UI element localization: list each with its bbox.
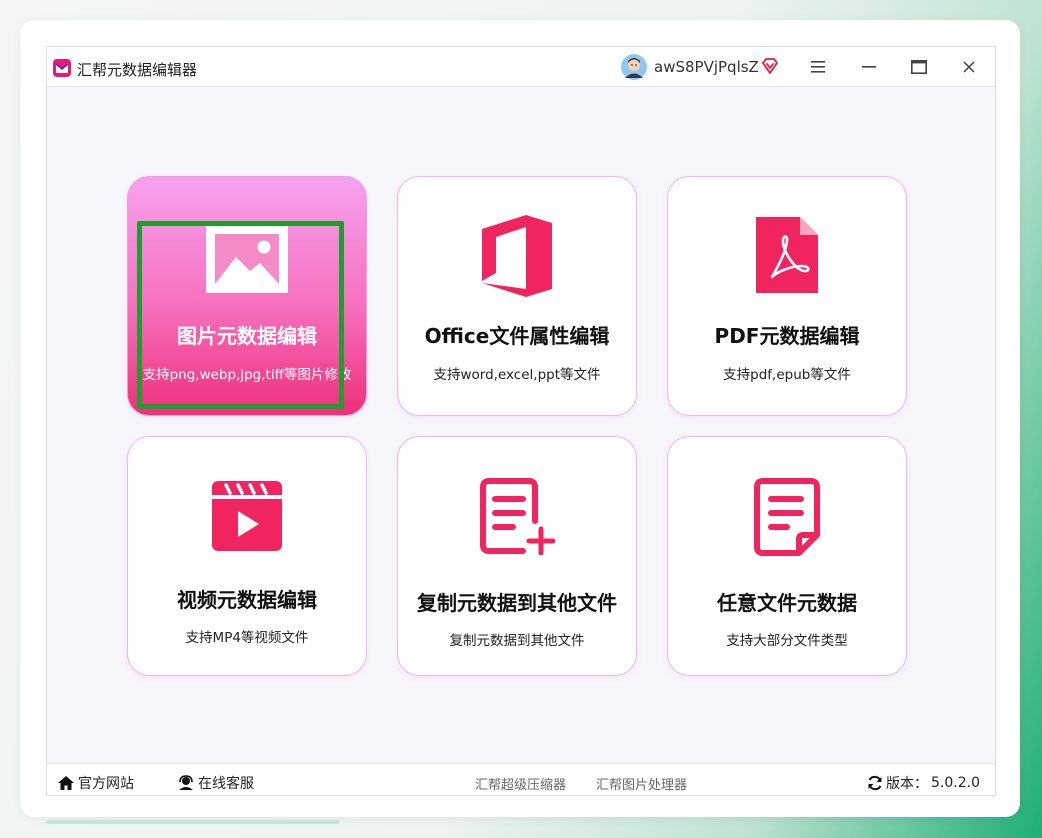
card-title: 视频元数据编辑: [177, 588, 317, 612]
card-title: 任意文件元数据: [717, 591, 857, 615]
card-subtitle: 支持大部分文件类型: [726, 633, 848, 649]
pdf-icon: [756, 217, 818, 293]
compressor-link[interactable]: 汇帮超级压缩器: [475, 774, 566, 793]
card-any-file-metadata[interactable]: 任意文件元数据 支持大部分文件类型: [667, 436, 907, 676]
card-copy-metadata[interactable]: 复制元数据到其他文件 复制元数据到其他文件: [397, 436, 637, 676]
card-title: PDF元数据编辑: [714, 324, 860, 348]
card-subtitle: 支持word,excel,ppt等文件: [433, 367, 601, 383]
official-website-label: 官方网站: [78, 776, 134, 792]
card-subtitle: 支持pdf,epub等文件: [723, 367, 851, 383]
online-support-link[interactable]: 在线客服: [177, 773, 254, 793]
footer-bar: 官方网站 在线客服 汇帮超级压缩器 汇帮图片处理器 版本： 5.0.2.0: [47, 763, 995, 795]
maximize-icon[interactable]: [907, 55, 931, 79]
official-website-link[interactable]: 官方网站: [57, 773, 134, 793]
user-avatar-icon[interactable]: [621, 54, 647, 80]
window-title: 汇帮元数据编辑器: [77, 61, 198, 79]
app-window: 汇帮元数据编辑器 awS8PVjPqlsZ 图片元数据编辑 支持png,webp…: [46, 46, 996, 796]
close-icon[interactable]: [957, 55, 981, 79]
card-office-metadata[interactable]: Office文件属性编辑 支持word,excel,ppt等文件: [397, 176, 637, 416]
card-pdf-metadata[interactable]: PDF元数据编辑 支持pdf,epub等文件: [667, 176, 907, 416]
card-title: Office文件属性编辑: [424, 324, 610, 348]
hamburger-menu-icon[interactable]: [806, 55, 830, 79]
card-title: 复制元数据到其他文件: [417, 591, 617, 615]
card-video-metadata[interactable]: 视频元数据编辑 支持MP4等视频文件: [127, 436, 367, 676]
version-number: 5.0.2.0: [931, 775, 980, 791]
copy-doc-icon: [480, 478, 555, 555]
username[interactable]: awS8PVjPqlsZ: [654, 58, 759, 76]
app-logo-icon: [53, 59, 71, 77]
home-icon: [58, 776, 74, 790]
video-icon: [212, 481, 282, 551]
version-label: 版本：: [886, 776, 928, 792]
version-info[interactable]: 版本： 5.0.2.0: [867, 773, 980, 793]
title-bar: 汇帮元数据编辑器 awS8PVjPqlsZ: [47, 47, 995, 87]
minimize-icon[interactable]: [857, 55, 881, 79]
card-subtitle: 支持png,webp,jpg,tiff等图片修改: [142, 367, 352, 383]
headset-icon: [179, 775, 193, 790]
any-file-icon: [754, 478, 820, 556]
refresh-icon: [868, 775, 882, 791]
image-icon: [206, 225, 288, 293]
online-support-label: 在线客服: [198, 776, 254, 792]
card-image-metadata[interactable]: 图片元数据编辑 支持png,webp,jpg,tiff等图片修改: [127, 176, 367, 416]
vip-diamond-icon[interactable]: [761, 57, 779, 75]
image-processor-link[interactable]: 汇帮图片处理器: [596, 774, 687, 793]
card-subtitle: 复制元数据到其他文件: [449, 633, 585, 649]
scroll-indicator: [46, 820, 340, 824]
card-subtitle: 支持MP4等视频文件: [185, 630, 309, 646]
card-title: 图片元数据编辑: [177, 324, 317, 348]
office-icon: [482, 215, 552, 297]
